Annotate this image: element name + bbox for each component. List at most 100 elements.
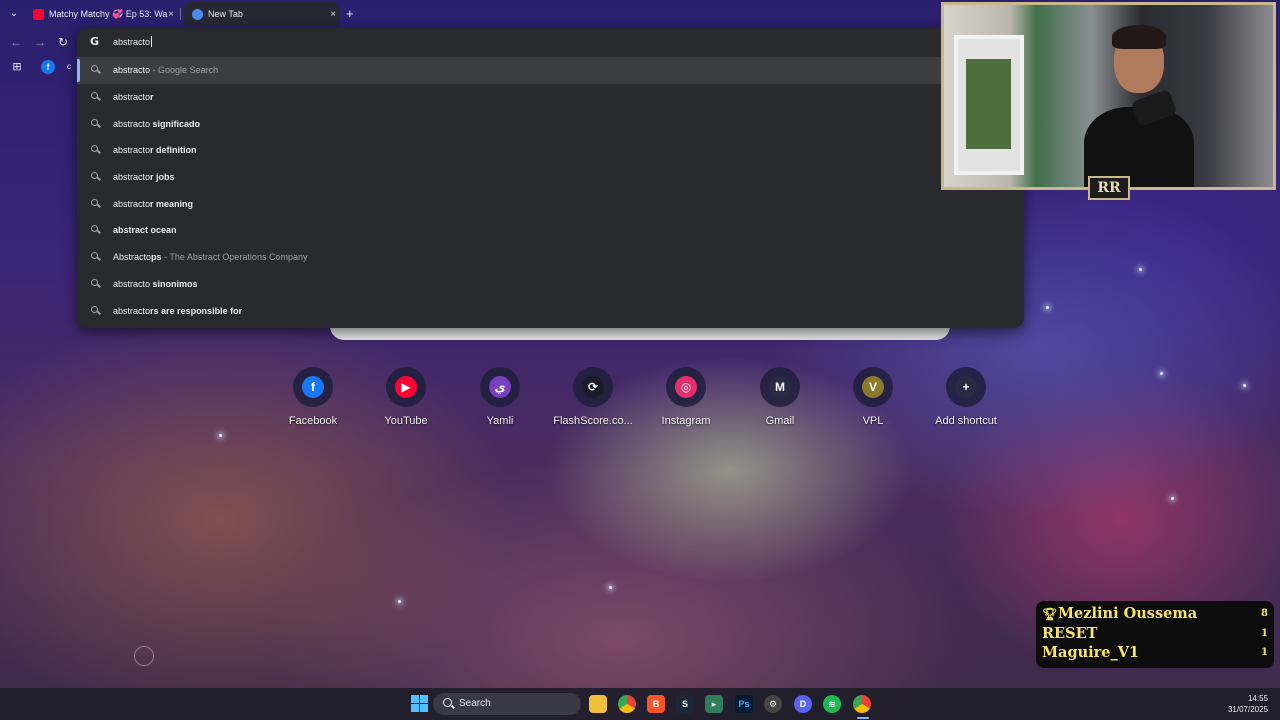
facebook-bookmark-icon[interactable]: f xyxy=(41,60,55,74)
app-icon[interactable]: ▸ xyxy=(705,695,723,713)
steam-icon[interactable]: S xyxy=(676,695,694,713)
suggestion-text: abstractor meaning xyxy=(113,198,194,209)
bookmarks-bar: ⊞ f c xyxy=(0,56,80,78)
suggestion-item[interactable]: abstracto significado xyxy=(77,110,1024,137)
suggestion-text: abstractor definition xyxy=(113,145,197,156)
search-icon xyxy=(91,225,101,235)
youtube-icon xyxy=(33,8,44,20)
webcam-overlay xyxy=(941,2,1276,190)
search-icon xyxy=(91,278,101,289)
shortcut-instagram[interactable]: ◎ Instagram xyxy=(641,367,731,427)
apps-grid-icon[interactable]: ⊞ xyxy=(10,60,24,74)
photoshop-icon[interactable]: Ps xyxy=(735,695,753,713)
tab-divider xyxy=(180,8,181,20)
suggestion-item[interactable]: abstract ocean xyxy=(77,217,1024,244)
suggestion-text: abstractor xyxy=(113,92,154,103)
shortcut-vpl[interactable]: V VPL xyxy=(828,367,918,427)
star xyxy=(1046,306,1049,309)
tab-search-button[interactable]: ⌄ xyxy=(6,6,22,22)
tab-title: Matchy Matchy 💞 Ep 53: Wa xyxy=(49,8,168,19)
star xyxy=(1139,268,1142,271)
shortcut-youtube[interactable]: ▶ YouTube xyxy=(361,367,451,427)
search-icon xyxy=(443,698,452,707)
system-clock[interactable]: 14:55 31/07/2025 xyxy=(1228,693,1268,715)
spotify-icon[interactable]: ≋ xyxy=(823,695,841,713)
address-bar[interactable]: G abstracto xyxy=(77,28,1024,56)
suggestion-item[interactable]: abstractor jobs xyxy=(77,164,1024,191)
star xyxy=(219,434,222,437)
site-icon: ي xyxy=(489,376,511,398)
suggestion-item[interactable]: abstractors are responsible for xyxy=(77,297,1024,324)
tab-new-tab[interactable]: New Tab × xyxy=(184,2,340,26)
suggestion-text: abstractors are responsible for xyxy=(113,305,243,316)
trophy-icon: 🏆︎ xyxy=(1042,607,1058,621)
search-icon xyxy=(91,198,101,209)
shortcut-flashscore-co[interactable]: ⟳ FlashScore.co... xyxy=(548,367,638,427)
suggestion-text: abstractor jobs xyxy=(113,172,175,183)
shortcut-icon-circle: M xyxy=(760,367,800,407)
shortcut-gmail[interactable]: M Gmail xyxy=(735,367,825,427)
star xyxy=(1243,384,1246,387)
shortcut-add-shortcut[interactable]: + Add shortcut xyxy=(921,367,1011,427)
brave-icon[interactable]: B xyxy=(647,695,665,713)
chrome-active-icon[interactable] xyxy=(853,695,871,713)
star xyxy=(609,586,612,589)
chrome-icon[interactable] xyxy=(618,695,636,713)
site-icon: f xyxy=(302,376,324,398)
search-icon xyxy=(91,305,101,316)
back-arrow-icon[interactable]: ← xyxy=(10,35,22,49)
site-icon: V xyxy=(862,376,884,398)
close-tab-icon[interactable]: × xyxy=(330,9,336,20)
search-icon xyxy=(91,252,101,262)
file-explorer-icon[interactable] xyxy=(589,695,607,713)
toolbar: ← → ↻ xyxy=(0,28,80,56)
bookmark-icon[interactable]: c xyxy=(62,60,76,74)
address-input[interactable]: abstracto xyxy=(113,36,153,47)
shortcut-icon-circle: V xyxy=(853,367,893,407)
suggestion-text: Abstractops - The Abstract Operations Co… xyxy=(113,252,308,263)
plus-icon: + xyxy=(955,376,977,398)
tab-youtube[interactable]: Matchy Matchy 💞 Ep 53: Wa × xyxy=(28,2,178,26)
suggestion-text: abstracto sinonimos xyxy=(113,278,198,289)
suggestion-item[interactable]: Abstractops - The Abstract Operations Co… xyxy=(77,244,1024,271)
omnibox-dropdown: G abstracto abstracto - Google Search abs… xyxy=(77,28,1024,328)
app-icon[interactable]: ⚙ xyxy=(764,695,782,713)
shortcut-label: Add shortcut xyxy=(935,415,997,427)
windows-start-icon[interactable] xyxy=(411,695,428,712)
suggestion-item[interactable]: abstracto - Google Search xyxy=(77,57,1024,84)
suggestion-list: abstracto - Google Search abstractor abstr… xyxy=(77,57,1024,324)
shortcut-yamli[interactable]: ي Yamli xyxy=(455,367,545,427)
star xyxy=(1171,497,1174,500)
shortcut-icon-circle: ي xyxy=(480,367,520,407)
shortcut-facebook[interactable]: f Facebook xyxy=(268,367,358,427)
search-icon xyxy=(91,92,101,102)
shortcut-label: Instagram xyxy=(661,415,711,427)
tab-title: New Tab xyxy=(208,9,243,19)
suggestion-text: abstracto significado xyxy=(113,118,201,129)
tab-strip: ⌄ Matchy Matchy 💞 Ep 53: Wa × New Tab × … xyxy=(0,0,940,28)
discord-icon[interactable]: D xyxy=(794,695,812,713)
shortcut-icon-circle: ◎ xyxy=(666,367,706,407)
site-icon: ▶ xyxy=(395,376,417,398)
shortcut-label: FlashScore.co... xyxy=(553,415,633,427)
suggestion-item[interactable]: abstractor meaning xyxy=(77,190,1024,217)
suggestion-item[interactable]: abstractor definition xyxy=(77,137,1024,164)
suggestion-text: abstract ocean xyxy=(113,225,177,236)
site-icon: M xyxy=(769,376,791,398)
close-tab-icon[interactable]: × xyxy=(168,9,174,20)
suggestion-text: abstracto - Google Search xyxy=(113,65,219,76)
webcam-shelf xyxy=(954,35,1024,175)
shortcut-icon-circle: ⟳ xyxy=(573,367,613,407)
shortcut-icon-circle: + xyxy=(946,367,986,407)
shortcut-label: VPL xyxy=(862,415,884,427)
shortcut-label: YouTube xyxy=(384,415,428,427)
chrome-icon xyxy=(192,8,203,20)
taskbar-search[interactable]: Search xyxy=(433,693,581,715)
shortcut-label: Gmail xyxy=(765,415,795,427)
new-tab-button[interactable]: + xyxy=(346,6,354,21)
suggestion-item[interactable]: abstractor xyxy=(77,84,1024,111)
active-app-indicator xyxy=(857,717,869,719)
forward-arrow-icon[interactable]: → xyxy=(34,35,46,49)
suggestion-item[interactable]: abstracto sinonimos xyxy=(77,271,1024,298)
reload-icon[interactable]: ↻ xyxy=(58,35,68,49)
